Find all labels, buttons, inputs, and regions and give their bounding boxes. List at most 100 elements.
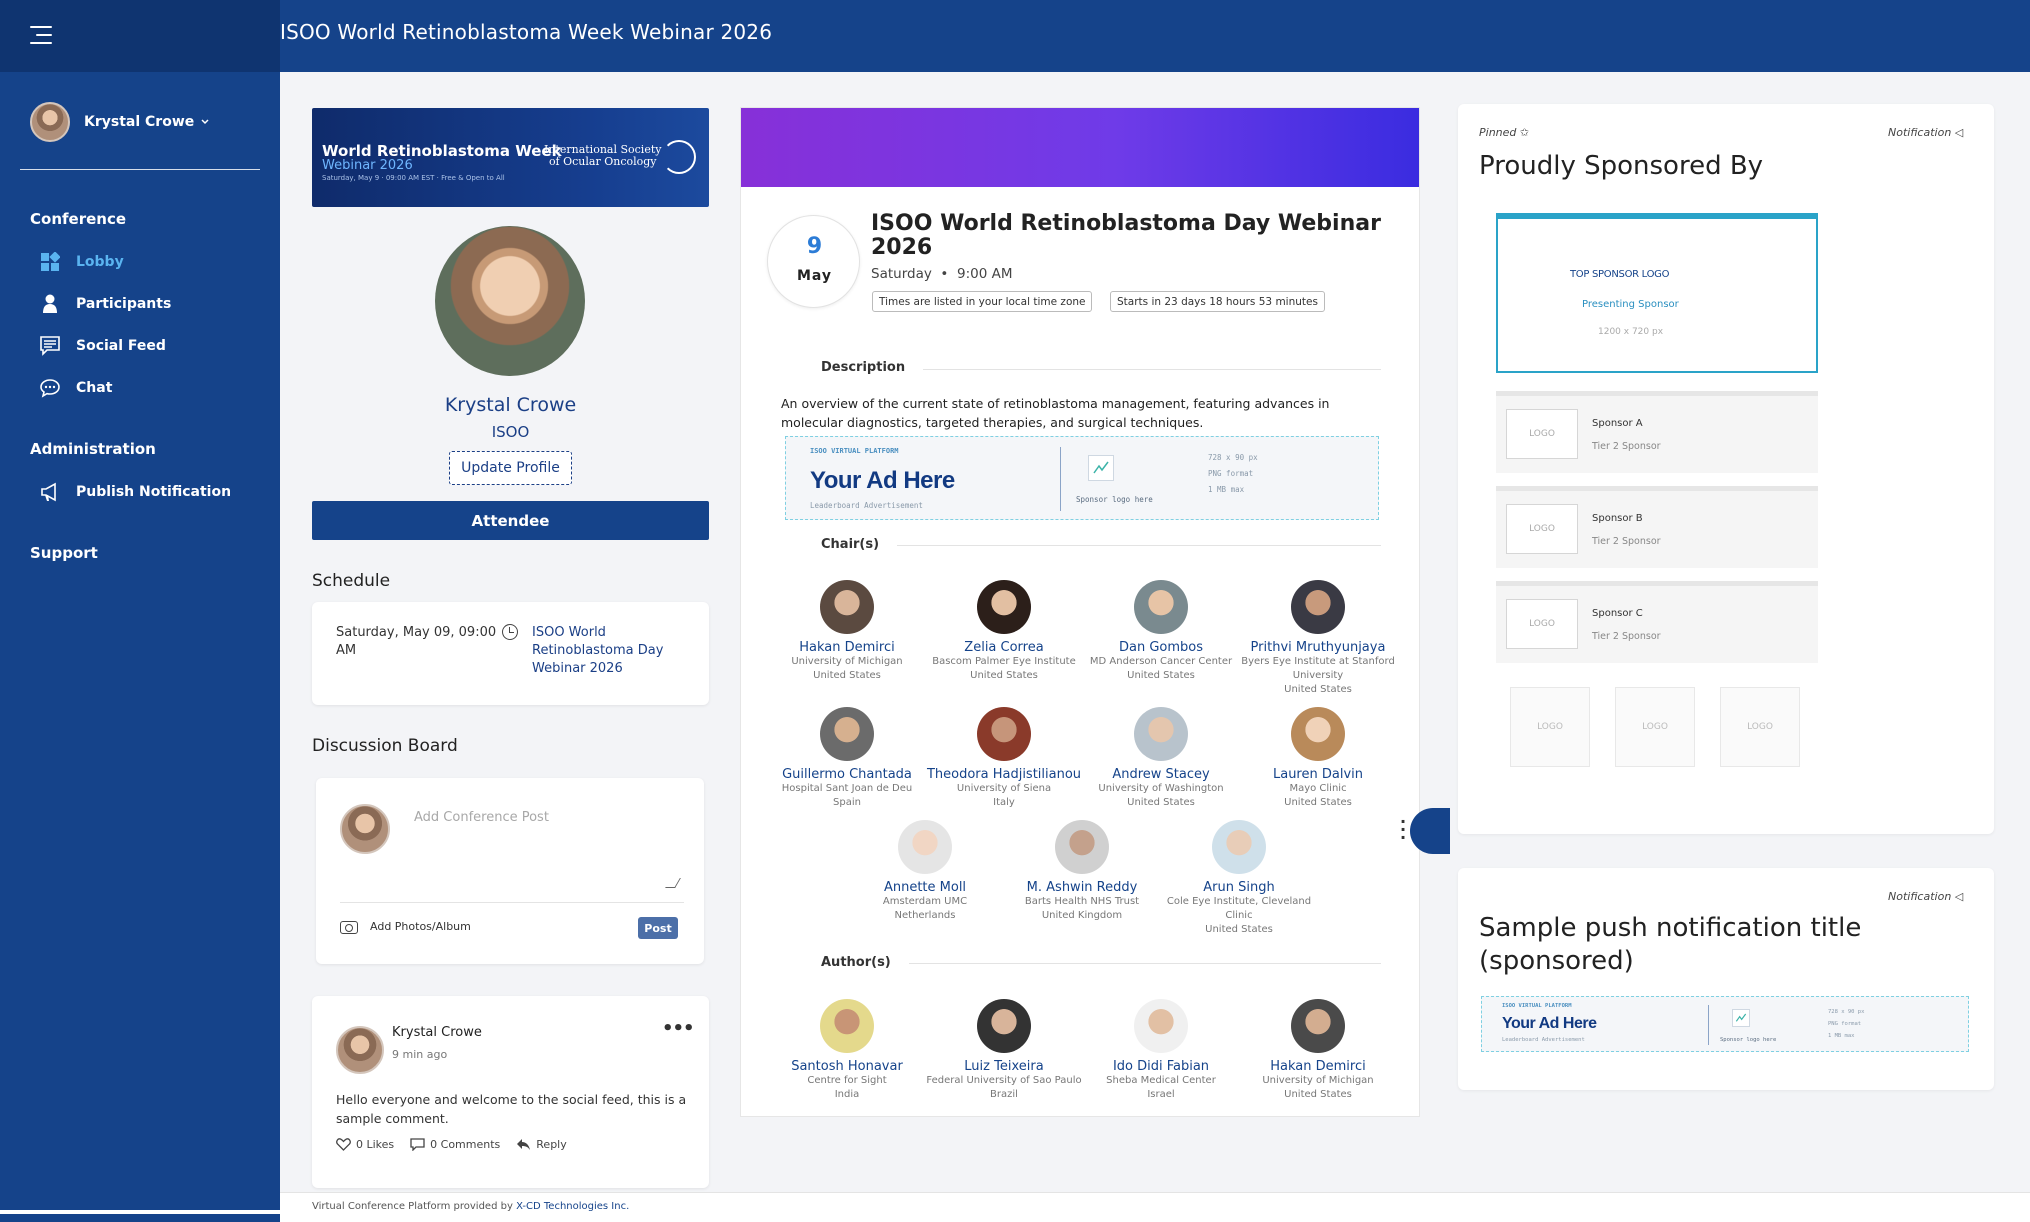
menu-toggle-icon[interactable] <box>30 26 52 44</box>
footer-company-link[interactable]: X-CD Technologies Inc. <box>516 1201 629 1212</box>
sidebar-item-label: Chat <box>76 380 113 396</box>
person-card[interactable]: Annette Moll Amsterdam UMC Netherlands <box>845 820 1005 923</box>
person-card[interactable]: Lauren Dalvin Mayo Clinic United States <box>1238 707 1398 810</box>
event-time: Saturday • 9:00 AM <box>871 266 1013 282</box>
person-card[interactable]: Prithvi Mruthyunjaya Byers Eye Institute … <box>1238 580 1398 697</box>
pinned-text: Pinned <box>1479 126 1517 139</box>
push-notification-title: Sample push notification title (sponsore… <box>1479 913 1862 976</box>
person-photo <box>898 820 952 874</box>
top-sponsor-logo[interactable]: TOP SPONSOR LOGO Presenting Sponsor 1200… <box>1496 213 1818 373</box>
chevron-down-icon <box>201 119 209 125</box>
sidebar-user-menu[interactable]: Krystal Crowe <box>30 102 210 142</box>
person-photo <box>1291 580 1345 634</box>
sidebar: Krystal Crowe Conference Lobby Participa… <box>0 72 280 1222</box>
person-card[interactable]: M. Ashwin Reddy Barts Health NHS Trust Uni… <box>1002 820 1162 923</box>
sidebar-item-label: Participants <box>76 296 172 312</box>
tier3-sponsor-logo[interactable]: LOGO <box>1615 687 1695 767</box>
person-affiliation: Sheba Medical Center <box>1106 1075 1216 1086</box>
person-card[interactable]: Hakan Demirci University of Michigan Unite… <box>1238 999 1398 1102</box>
like-button[interactable]: 0 Likes <box>336 1138 394 1151</box>
more-vertical-icon[interactable]: · · · <box>1400 814 1406 846</box>
person-card[interactable]: Santosh Honavar Centre for Sight India <box>767 999 927 1102</box>
person-affiliation: Byers Eye Institute at Stanford Universi… <box>1241 656 1395 681</box>
person-card[interactable]: Theodora Hadjistilianou University of Sie… <box>924 707 1084 810</box>
tier2-sponsor[interactable]: LOGO Sponsor A Tier 2 Sponsor <box>1496 391 1818 473</box>
top-sponsor-logo-text: TOP SPONSOR LOGO <box>1570 269 1670 280</box>
role-badge: Attendee <box>312 501 709 540</box>
banner-org-line2: of Ocular Oncology <box>548 155 657 168</box>
person-card[interactable]: Arun Singh Cole Eye Institute, Cleveland … <box>1159 820 1319 937</box>
sidebar-item-chat[interactable]: Chat <box>40 378 112 398</box>
tier2-sponsor[interactable]: LOGO Sponsor C Tier 2 Sponsor <box>1496 581 1818 663</box>
person-card[interactable]: Dan Gombos MD Anderson Cancer Center Unite… <box>1081 580 1241 683</box>
person-affiliation: Amsterdam UMC <box>882 896 968 907</box>
sidebar-item-label: Social Feed <box>76 338 166 354</box>
person-photo <box>1212 820 1266 874</box>
more-options-icon[interactable]: ••• <box>662 1018 695 1039</box>
tier3-sponsor-logo[interactable]: LOGO <box>1510 687 1590 767</box>
comment-button[interactable]: 0 Comments <box>410 1138 500 1151</box>
reply-button[interactable]: Reply <box>516 1138 567 1151</box>
leaderboard-ad[interactable]: ISOO VIRTUAL PLATFORM Your Ad Here Leade… <box>785 436 1379 520</box>
sidebar-user-name: Krystal Crowe <box>84 114 195 130</box>
sidebar-item-label: Lobby <box>76 254 124 270</box>
chart-logo-icon <box>1732 1009 1750 1027</box>
person-name: Lauren Dalvin <box>1272 767 1363 782</box>
dashboard-icon <box>40 252 60 272</box>
person-country: United States <box>1284 684 1352 695</box>
floating-action-tab[interactable] <box>1410 808 1450 854</box>
notification-text: Notification <box>1888 126 1952 139</box>
person-card[interactable]: Zelia Correa Bascom Palmer Eye Institute U… <box>924 580 1084 683</box>
person-name: Ido Didi Fabian <box>1112 1059 1210 1074</box>
sponsor-logo: LOGO <box>1506 409 1578 459</box>
ad-platform-label: ISOO VIRTUAL PLATFORM <box>810 447 899 455</box>
person-photo <box>1291 999 1345 1053</box>
pinned-label: Pinned ✩ <box>1479 126 1529 139</box>
person-card[interactable]: Guillermo Chantada Hospital Sant Joan de … <box>767 707 927 810</box>
post-button[interactable]: Post <box>638 917 678 939</box>
sidebar-item-publish-notification[interactable]: Publish Notification <box>40 482 231 502</box>
person-card[interactable]: Andrew Stacey University of Washington Uni… <box>1081 707 1241 810</box>
ad-headline: Your Ad Here <box>1502 1015 1597 1032</box>
person-country: United States <box>1127 797 1195 808</box>
sidebar-item-social-feed[interactable]: Social Feed <box>40 336 166 356</box>
sponsors-title: Proudly Sponsored By <box>1479 151 1764 181</box>
update-profile-button[interactable]: Update Profile <box>449 451 572 485</box>
sidebar-item-participants[interactable]: Participants <box>40 294 171 314</box>
person-card[interactable]: Hakan Demirci University of Michigan Unite… <box>767 580 927 683</box>
person-card[interactable]: Luiz Teixeira Federal University of Sao P… <box>924 999 1084 1102</box>
ad-kind: Leaderboard Advertisement <box>810 501 923 510</box>
post-input[interactable]: Add Conference Post <box>414 810 549 825</box>
notification-ad[interactable]: ISOO VIRTUAL PLATFORM Your Ad Here Leade… <box>1481 996 1969 1052</box>
banner-subtitle: Webinar 2026 <box>322 158 413 173</box>
tier2-sponsor[interactable]: LOGO Sponsor B Tier 2 Sponsor <box>1496 486 1818 568</box>
person-name: Prithvi Mruthyunjaya <box>1250 640 1386 655</box>
ad-divider <box>1060 447 1061 511</box>
person-affiliation: University of Washington <box>1098 783 1224 794</box>
top-bar: ISOO World Retinoblastoma Week Webinar 2… <box>0 0 2030 72</box>
conference-title: ISOO World Retinoblastoma Week Webinar 2… <box>280 20 773 44</box>
footer-prefix: Virtual Conference Platform provided by <box>312 1201 517 1212</box>
person-name: Hakan Demirci <box>799 640 895 655</box>
tier3-sponsor-logo[interactable]: LOGO <box>1720 687 1800 767</box>
resize-handle-icon[interactable] <box>665 878 681 888</box>
ad-headline: Your Ad Here <box>810 467 955 494</box>
sidebar-section-support[interactable]: Support <box>30 544 98 562</box>
ad-divider <box>1708 1005 1709 1045</box>
camera-icon[interactable] <box>340 921 358 934</box>
sponsor-name: Sponsor A <box>1592 418 1643 429</box>
person-name: Santosh Honavar <box>791 1059 903 1074</box>
description-heading: Description <box>781 360 924 375</box>
schedule-session-link[interactable]: ISOO World Retinoblastoma Day Webinar 20… <box>532 624 682 678</box>
person-country: United States <box>1284 1089 1352 1100</box>
feed-post-author[interactable]: Krystal Crowe <box>392 1025 482 1040</box>
heart-icon <box>336 1138 351 1151</box>
person-country: United States <box>1205 924 1273 935</box>
profile-name: Krystal Crowe <box>444 394 577 416</box>
person-card[interactable]: Ido Didi Fabian Sheba Medical Center Israe… <box>1081 999 1241 1102</box>
ad-logo-text: Sponsor logo here <box>1720 1037 1777 1043</box>
event-date-badge: 9 May <box>767 215 860 308</box>
person-country: Israel <box>1147 1089 1175 1100</box>
add-photos-link[interactable]: Add Photos/Album <box>370 920 471 933</box>
sidebar-item-lobby[interactable]: Lobby <box>40 252 124 272</box>
